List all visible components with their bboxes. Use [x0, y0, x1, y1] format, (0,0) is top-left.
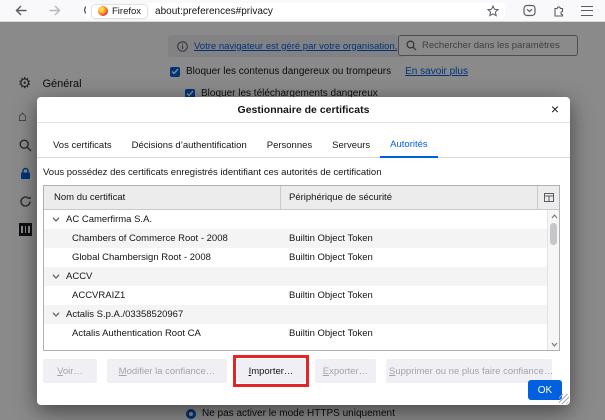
ok-button[interactable]: OK [528, 380, 562, 400]
dialog-description: Vous possédez des certificats enregistré… [43, 167, 570, 178]
firefox-logo-icon [98, 6, 108, 16]
back-icon[interactable] [15, 5, 27, 16]
scroll-up-icon[interactable] [550, 213, 558, 219]
site-identity-chip[interactable]: Firefox [92, 5, 147, 18]
table-row[interactable]: ACCV [44, 267, 559, 286]
column-picker-icon[interactable] [538, 186, 559, 209]
export-button[interactable]: Exporter… [315, 359, 376, 383]
delete-distrust-button[interactable]: Supprimer ou ne plus faire confiance… [386, 359, 552, 383]
tab-personnes[interactable]: Personnes [257, 135, 322, 157]
url-text: about:preferences#privacy [155, 6, 273, 17]
table-scrollbar[interactable] [547, 210, 559, 350]
table-row[interactable]: Chambers of Commerce Root - 2008Builtin … [44, 229, 559, 248]
pocket-icon[interactable] [523, 4, 536, 17]
dialog-title: Gestionnaire de certificats [37, 97, 570, 123]
url-bar[interactable]: Firefox about:preferences#privacy [86, 3, 505, 19]
certificate-manager-dialog: Gestionnaire de certificats × Vos certif… [37, 97, 570, 405]
chevron-down-icon [52, 274, 60, 279]
tab-autorites[interactable]: Autorités [380, 134, 438, 158]
chevron-down-icon [52, 312, 60, 317]
table-header: Nom du certificat Périphérique de sécuri… [44, 186, 559, 210]
extensions-puzzle-icon[interactable] [552, 4, 565, 17]
dialog-buttons: Voir… Modifier la confiance… Importer… E… [43, 359, 552, 383]
scrollbar-thumb[interactable] [550, 223, 557, 245]
certificates-table: Nom du certificat Périphérique de sécuri… [43, 185, 560, 351]
table-body: AC Camerfirma S.A.Chambers of Commerce R… [44, 210, 559, 350]
table-row[interactable]: Global Chambersign Root - 2008Builtin Ob… [44, 248, 559, 267]
browser-toolbar: Firefox about:preferences#privacy [0, 0, 605, 22]
menu-hamburger-icon[interactable] [581, 6, 593, 16]
site-identity-label: Firefox [112, 6, 141, 17]
close-icon[interactable]: × [551, 97, 559, 122]
table-row[interactable]: Actalis S.p.A./03358520967 [44, 305, 559, 324]
tab-vos-certificats[interactable]: Vos certificats [43, 135, 122, 157]
forward-icon[interactable] [49, 5, 61, 16]
bookmark-star-icon[interactable] [487, 5, 499, 17]
dialog-tabs: Vos certificats Décisions d’authentifica… [37, 123, 570, 158]
column-header-device[interactable]: Périphérique de sécurité [281, 186, 538, 209]
tab-serveurs[interactable]: Serveurs [322, 135, 380, 157]
resize-grip-icon[interactable] [559, 394, 569, 404]
edit-trust-button[interactable]: Modifier la confiance… [107, 359, 227, 383]
table-row[interactable]: AC Camerfirma S.A. [44, 210, 559, 229]
view-button[interactable]: Voir… [43, 359, 97, 383]
column-header-name[interactable]: Nom du certificat [44, 186, 281, 209]
chevron-down-icon [52, 217, 60, 222]
tab-decisions-authentification[interactable]: Décisions d’authentification [122, 135, 257, 157]
import-button[interactable]: Importer… [237, 359, 305, 383]
table-row[interactable]: ACCVRAIZ1Builtin Object Token [44, 286, 559, 305]
table-row[interactable]: Actalis Authentication Root CABuiltin Ob… [44, 324, 559, 343]
scroll-down-icon[interactable] [550, 341, 558, 347]
